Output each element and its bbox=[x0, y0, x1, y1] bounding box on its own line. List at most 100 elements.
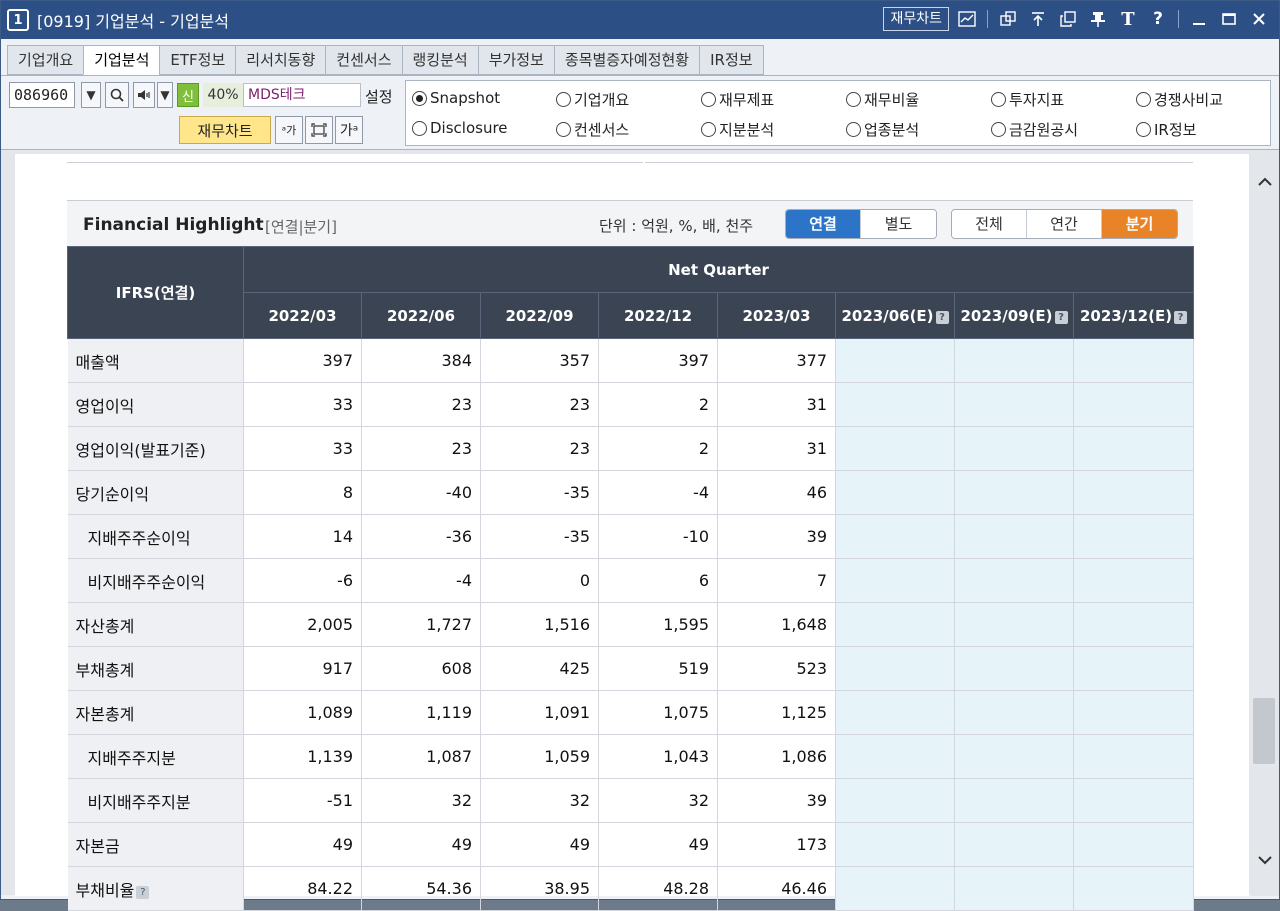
period-all-button[interactable]: 전체 bbox=[952, 210, 1027, 238]
table-cell: 1,516 bbox=[480, 602, 599, 647]
font-smaller-button[interactable]: ᵃ가 bbox=[275, 116, 303, 144]
scroll-thumb[interactable] bbox=[1253, 698, 1275, 764]
scroll-down-button[interactable] bbox=[1251, 846, 1279, 874]
radio-ir-info[interactable]: IR정보 bbox=[1136, 119, 1196, 140]
tab-company-overview[interactable]: 기업개요 bbox=[7, 45, 84, 75]
table-cell: 357 bbox=[480, 338, 599, 383]
company-name-field[interactable]: MDS테크 bbox=[243, 83, 361, 107]
fit-screen-button[interactable] bbox=[305, 116, 333, 144]
table-cell: -36 bbox=[361, 514, 481, 559]
window-number[interactable]: 1 bbox=[7, 9, 29, 31]
help-icon[interactable]: ? bbox=[136, 885, 150, 899]
radio-icon bbox=[846, 92, 861, 107]
radio-label: 업종분석 bbox=[864, 121, 920, 139]
table-row: 부채총계 917 608 425 519 523 bbox=[67, 646, 1195, 691]
radio-snapshot[interactable]: Snapshot bbox=[412, 89, 500, 107]
tab-etf-info[interactable]: ETF정보 bbox=[159, 45, 236, 75]
row-label: 지배주주순이익 bbox=[67, 514, 244, 559]
close-icon[interactable] bbox=[1247, 7, 1271, 31]
table-cell: 397 bbox=[243, 338, 362, 383]
tab-additional-info[interactable]: 부가정보 bbox=[477, 45, 554, 75]
table-cell: 1,595 bbox=[598, 602, 718, 647]
help-icon[interactable]: ? bbox=[935, 310, 949, 324]
scroll-up-button[interactable] bbox=[1251, 168, 1279, 196]
title-finance-chart-button[interactable]: 재무차트 bbox=[883, 7, 949, 31]
radio-financial-statements[interactable]: 재무제표 bbox=[701, 89, 774, 110]
section-subtitle: [연결|분기] bbox=[265, 218, 337, 236]
period-quarter-button[interactable]: 분기 bbox=[1102, 210, 1177, 238]
table-cell bbox=[1073, 338, 1195, 383]
period-header: 2023/12(E)? bbox=[1072, 292, 1195, 339]
table-cell bbox=[954, 734, 1074, 779]
finance-chart-button[interactable]: 재무차트 bbox=[179, 116, 271, 144]
corner-header: IFRS(연결) bbox=[67, 246, 244, 339]
period-header: 2023/03 bbox=[717, 292, 836, 339]
radio-company-overview[interactable]: 기업개요 bbox=[556, 89, 629, 110]
radio-icon bbox=[412, 120, 427, 136]
table-cell bbox=[835, 778, 955, 823]
group-header: Net Quarter bbox=[242, 246, 1195, 293]
financial-highlight-table: IFRS(연결) Net Quarter 2022/03 2022/06 2022/… bbox=[67, 246, 1195, 911]
font-size-icon[interactable]: T bbox=[1116, 7, 1140, 31]
vertical-scrollbar[interactable] bbox=[1251, 150, 1279, 896]
sound-button[interactable] bbox=[133, 82, 155, 108]
chart-icon[interactable] bbox=[955, 7, 979, 31]
radio-consensus[interactable]: 컨센서스 bbox=[556, 119, 629, 140]
radio-peer-comparison[interactable]: 경쟁사비교 bbox=[1136, 89, 1223, 110]
table-cell bbox=[1073, 514, 1195, 559]
report-page: Financial Highlight [연결|분기] 단위 : 억원, %, … bbox=[15, 154, 1249, 911]
pin-icon[interactable] bbox=[1086, 7, 1110, 31]
row-label: 자본총계 bbox=[67, 690, 244, 735]
section-divider bbox=[67, 162, 643, 163]
table-row: 영업이익(발표기준) 33 23 23 2 31 bbox=[67, 426, 1195, 471]
tab-consensus[interactable]: 컨센서스 bbox=[325, 45, 402, 75]
radio-ownership-analysis[interactable]: 지분분석 bbox=[701, 119, 774, 140]
table-cell: 425 bbox=[480, 646, 599, 691]
table-cell bbox=[954, 382, 1074, 427]
table-cell: 23 bbox=[361, 426, 481, 471]
table-cell bbox=[954, 866, 1074, 911]
period-header: 2022/06 bbox=[361, 292, 481, 339]
radio-label: Snapshot bbox=[430, 89, 501, 107]
minimize-icon[interactable] bbox=[1187, 7, 1211, 31]
search-button[interactable] bbox=[105, 82, 129, 108]
radio-disclosure[interactable]: Disclosure bbox=[412, 119, 508, 137]
period-label: 2022/06 bbox=[386, 306, 456, 325]
radio-label: 기업개요 bbox=[574, 91, 630, 109]
tab-capital-increase[interactable]: 종목별증자예정현황 bbox=[553, 45, 700, 75]
code-dropdown-button[interactable]: ▼ bbox=[81, 82, 101, 108]
link-window-icon[interactable] bbox=[996, 7, 1020, 31]
basis-consolidated-button[interactable]: 연결 bbox=[786, 210, 861, 238]
radio-fss-disclosure[interactable]: 금감원공시 bbox=[991, 119, 1078, 140]
tab-research[interactable]: 리서치동향 bbox=[235, 45, 326, 75]
fit-screen-icon bbox=[311, 123, 327, 137]
font-larger-button[interactable]: 가ᵃ bbox=[335, 116, 363, 144]
radio-investment-indicators[interactable]: 투자지표 bbox=[991, 89, 1064, 110]
radio-label: 금감원공시 bbox=[1009, 121, 1079, 139]
tab-company-analysis[interactable]: 기업분석 bbox=[83, 45, 160, 75]
maximize-icon[interactable] bbox=[1217, 7, 1241, 31]
row-label: 지배주주지분 bbox=[67, 734, 244, 779]
help-icon[interactable]: ? bbox=[1174, 310, 1188, 324]
help-icon[interactable]: ? bbox=[1146, 7, 1170, 31]
setting-button[interactable]: 설정 bbox=[365, 86, 393, 107]
tab-ranking[interactable]: 랭킹분석 bbox=[401, 45, 478, 75]
radio-icon bbox=[846, 122, 861, 137]
period-annual-button[interactable]: 연간 bbox=[1027, 210, 1102, 238]
table-row: 당기순이익 8 -40 -35 -4 46 bbox=[67, 470, 1195, 515]
radio-icon bbox=[701, 92, 716, 107]
copy-window-icon[interactable] bbox=[1056, 7, 1080, 31]
row-label-text: 부채비율 bbox=[75, 880, 135, 900]
radio-financial-ratios[interactable]: 재무비율 bbox=[846, 89, 919, 110]
row-label-text: 지배주주지분 bbox=[87, 748, 176, 768]
basis-separate-button[interactable]: 별도 bbox=[861, 210, 936, 238]
search-icon bbox=[110, 88, 124, 102]
tab-ir-info[interactable]: IR정보 bbox=[699, 45, 764, 75]
help-icon[interactable]: ? bbox=[1054, 310, 1068, 324]
move-top-icon[interactable] bbox=[1026, 7, 1050, 31]
radio-industry-analysis[interactable]: 업종분석 bbox=[846, 119, 919, 140]
table-cell: 84.22 bbox=[243, 866, 362, 911]
sound-dropdown-button[interactable]: ▼ bbox=[157, 82, 173, 108]
stock-code-input[interactable]: 086960 bbox=[9, 82, 75, 108]
radio-icon bbox=[1136, 122, 1151, 137]
